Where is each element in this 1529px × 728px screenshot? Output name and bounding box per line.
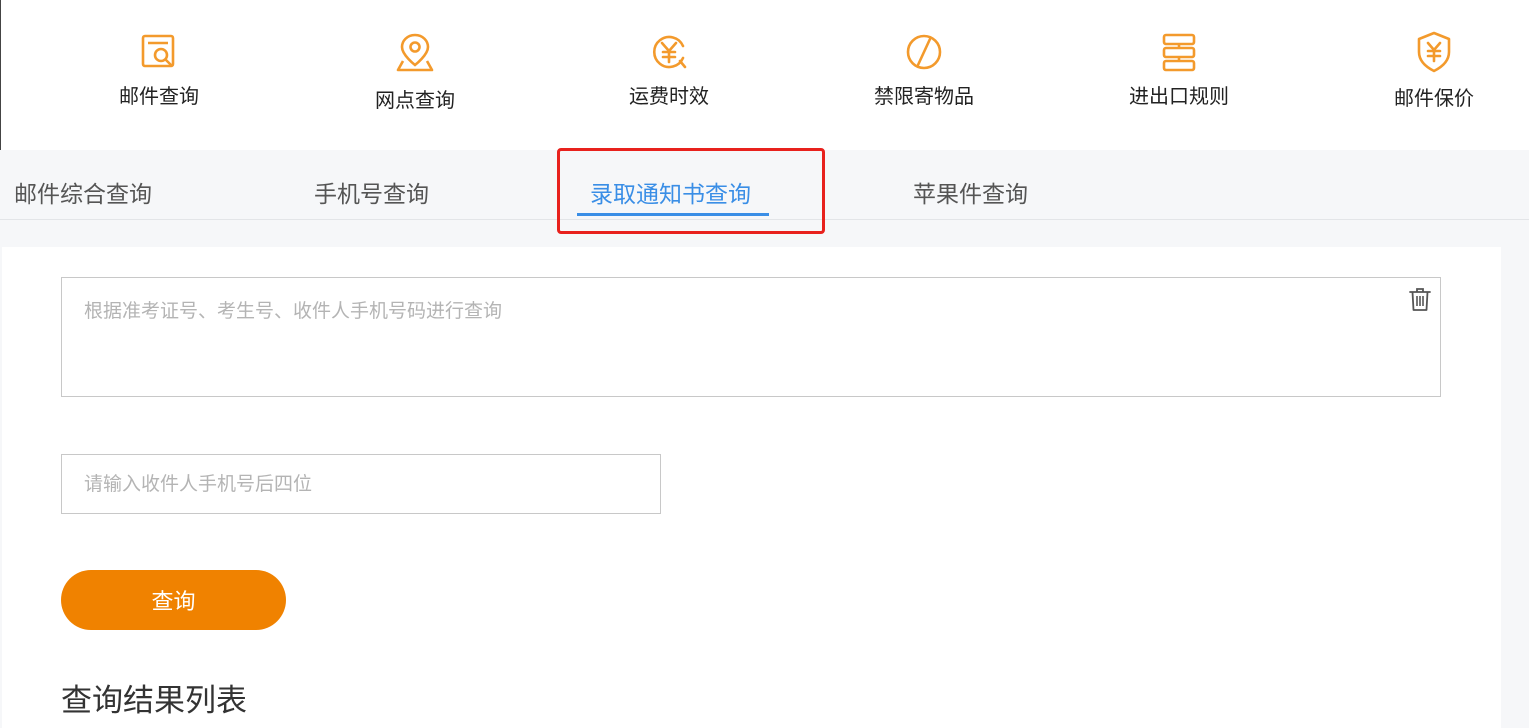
service-label: 禁限寄物品 — [874, 84, 974, 108]
query-tabs: 邮件综合查询 手机号查询 录取通知书查询 苹果件查询 — [0, 150, 1529, 220]
query-panel: 查询 查询结果列表 — [2, 247, 1501, 728]
service-insured-mail[interactable]: 邮件保价 — [1354, 30, 1514, 111]
service-import-export-rules[interactable]: 进出口规则 — [1099, 30, 1259, 109]
service-shipping-fee[interactable]: 运费时效 — [589, 30, 749, 109]
yuan-clock-icon — [652, 35, 687, 69]
service-label: 邮件查询 — [119, 84, 199, 108]
service-prohibited-items[interactable]: 禁限寄物品 — [844, 30, 1004, 109]
results-title: 查询结果列表 — [61, 683, 247, 719]
prohibited-icon — [906, 34, 942, 70]
tab-phone-query[interactable]: 手机号查询 — [314, 175, 429, 209]
service-label: 邮件保价 — [1394, 86, 1474, 110]
tab-apple-parcel-query[interactable]: 苹果件查询 — [913, 175, 1028, 209]
service-mail-query[interactable]: 邮件查询 — [79, 30, 239, 109]
rules-icon — [1162, 33, 1196, 72]
yuan-shield-icon — [1417, 31, 1451, 73]
query-button[interactable]: 查询 — [61, 570, 286, 630]
service-label: 网点查询 — [375, 88, 455, 112]
service-bar: 邮件查询 网点查询 运费时效 禁限寄物品 进出口规则 邮件保价 — [0, 0, 1529, 150]
tab-mail-comprehensive-query[interactable]: 邮件综合查询 — [14, 175, 152, 209]
phone-input-container — [61, 454, 661, 514]
mail-search-icon — [141, 34, 175, 68]
trash-icon[interactable] — [1408, 286, 1432, 312]
phone-last-four-input[interactable] — [62, 455, 660, 513]
service-outlet-query[interactable]: 网点查询 — [335, 30, 495, 113]
query-textarea-container — [61, 277, 1441, 397]
location-pin-icon — [396, 33, 434, 72]
query-textarea[interactable] — [62, 278, 1440, 396]
service-label: 运费时效 — [629, 84, 709, 108]
tab-admission-notice-query[interactable]: 录取通知书查询 — [590, 175, 751, 209]
service-label: 进出口规则 — [1129, 84, 1229, 108]
active-tab-indicator — [577, 213, 769, 216]
